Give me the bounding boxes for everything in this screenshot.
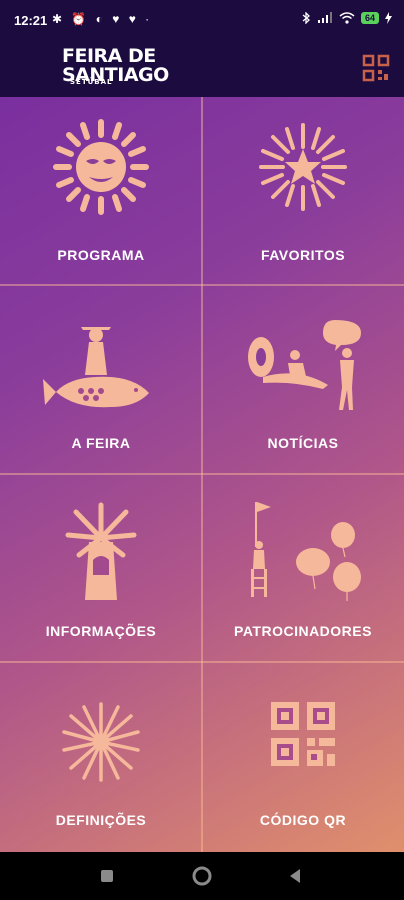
menu-tile-favoritos[interactable]: FAVORITOS (202, 97, 404, 285)
label-codigo-qr: CÓDIGO QR (259, 812, 347, 828)
star-burst-icon (259, 123, 347, 211)
menu-tile-patrocinadores[interactable]: PATROCINADORES (202, 473, 404, 661)
main-menu-grid: PROGRAMA FAVORITOS A FEIRA NOTÍCIAS INFO… (0, 97, 404, 852)
qr-code-large-icon (271, 702, 335, 766)
recents-icon[interactable] (100, 869, 114, 883)
label-informacoes: INFORMAÇÕES (45, 623, 157, 639)
notification-icons: ✱ ⏰ ◐ ♥ ♥ · (52, 12, 153, 26)
label-a-feira: A FEIRA (71, 435, 131, 451)
app-header: FEIRA DE SANTIAGO SETÚBAL (0, 40, 404, 97)
status-time: 12:21 (14, 13, 48, 28)
logo-subtitle: SETÚBAL (70, 78, 113, 86)
label-programa: PROGRAMA (57, 247, 145, 263)
menu-tile-noticias[interactable]: NOTÍCIAS (202, 285, 404, 473)
sun-face-icon (53, 119, 149, 215)
status-bar: 12:21 ✱ ⏰ ◐ ♥ ♥ · 64 (0, 0, 404, 40)
system-icons: 64 (302, 12, 392, 24)
logo-line-1: FEIRA DE (62, 45, 156, 67)
menu-tile-codigo-qr[interactable]: CÓDIGO QR (202, 662, 404, 850)
wifi-icon (339, 12, 355, 24)
lighthouse-icon (65, 502, 137, 600)
label-patrocinadores: PATROCINADORES (234, 623, 372, 639)
qr-code-icon[interactable] (362, 54, 390, 82)
menu-tile-informacoes[interactable]: INFORMAÇÕES (0, 473, 202, 661)
back-icon[interactable] (288, 868, 302, 884)
charging-icon (385, 12, 392, 24)
battery-indicator: 64 (360, 12, 379, 24)
label-favoritos: FAVORITOS (260, 247, 346, 263)
home-icon[interactable] (192, 866, 212, 886)
bluetooth-icon (302, 12, 310, 24)
menu-tile-a-feira[interactable]: A FEIRA (0, 285, 202, 473)
label-definicoes: DEFINIÇÕES (55, 812, 147, 828)
label-noticias: NOTÍCIAS (267, 435, 339, 451)
menu-tile-programa[interactable]: PROGRAMA (0, 97, 202, 285)
news-people-icon (248, 320, 361, 410)
settings-sunburst-icon (62, 702, 140, 782)
fish-rider-icon (43, 327, 149, 408)
menu-tile-definicoes[interactable]: DEFINIÇÕES (0, 662, 202, 850)
balloons-flag-icon (251, 502, 361, 601)
system-navigation-bar (0, 852, 404, 900)
signal-icon (317, 12, 332, 23)
